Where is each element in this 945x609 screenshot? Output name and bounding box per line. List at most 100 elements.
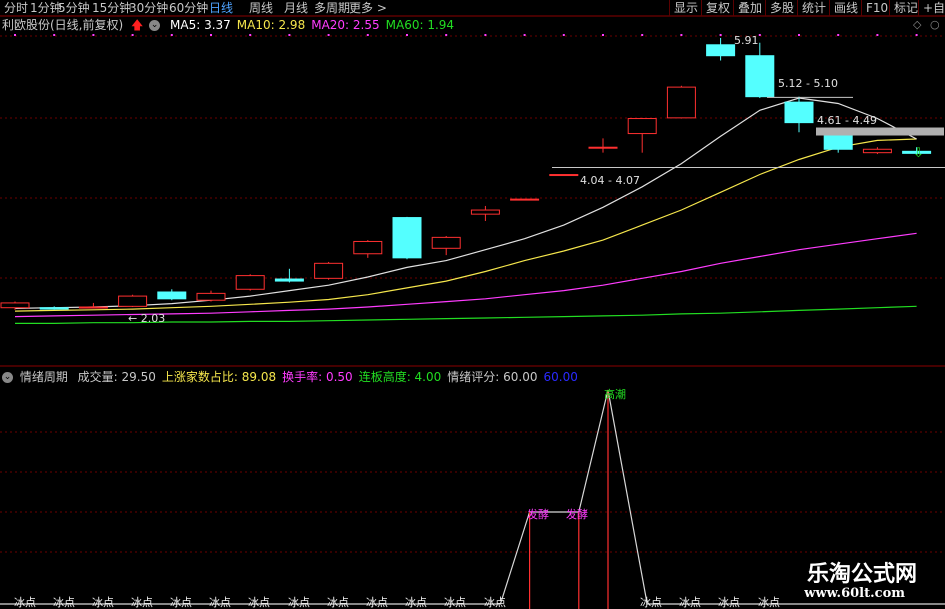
stat-label-1: 上涨家数占比: 89.08: [161, 370, 277, 384]
toolbar-button-2[interactable]: 叠加: [733, 0, 762, 16]
ice-label: 冰点: [53, 596, 75, 609]
tab-2[interactable]: 5分钟: [58, 0, 90, 16]
top-dot: [641, 34, 644, 36]
top-dot: [249, 34, 252, 36]
candle-body-down: [39, 307, 69, 310]
toolbar-button-1[interactable]: 复权: [701, 0, 730, 16]
toolbar-button-7[interactable]: 标记: [889, 0, 918, 16]
tab-7[interactable]: 周线: [249, 0, 273, 16]
top-dot: [758, 34, 761, 36]
tab-9[interactable]: 多周期: [314, 0, 350, 16]
top-dot: [562, 34, 565, 36]
ice-label: 冰点: [92, 596, 114, 609]
down-arrow-icon: ⇩: [913, 146, 924, 161]
top-dot: [327, 34, 330, 36]
candle-body-down: [157, 291, 187, 300]
settings-diamond-icon[interactable]: ◇: [913, 18, 921, 31]
top-dot: [876, 34, 879, 36]
annotation-2: 4.61 - 4.49: [817, 114, 877, 127]
toolbar-button-0[interactable]: 显示: [669, 0, 698, 16]
tab-10[interactable]: 更多 >: [349, 0, 387, 16]
sentiment-curve: [0, 389, 945, 605]
top-dot: [915, 34, 918, 36]
annotation-0: 5.91: [734, 34, 759, 47]
top-dot: [798, 34, 800, 36]
stat-label-0: 成交量: 29.50: [77, 370, 156, 384]
candle-body-up: [627, 118, 657, 135]
ice-label: 冰点: [288, 596, 310, 609]
ma-labels: MA5: 3.37 MA10: 2.98 MA20: 2.55 MA60: 1.94: [164, 18, 454, 32]
ice-label: 冰点: [131, 596, 153, 609]
annotation-1: 5.12 - 5.10: [778, 77, 838, 90]
watermark-url: www.60lt.com: [804, 586, 905, 601]
candle-body-up: [314, 262, 344, 279]
top-dot: [131, 34, 134, 36]
window-close-icon[interactable]: ○: [930, 18, 940, 31]
candle-body-up: [118, 295, 148, 307]
ice-label: 冰点: [327, 596, 349, 609]
ice-label: 冰点: [679, 596, 701, 609]
watermark-logo: 乐淘公式网: [806, 562, 917, 587]
candle-body-up: [470, 209, 500, 215]
tab-3[interactable]: 15分钟: [92, 0, 131, 16]
top-dot: [170, 34, 173, 36]
ferment-label: 发酵: [566, 507, 588, 521]
ice-label: 冰点: [14, 596, 36, 609]
sub-info-bar: ⌄ 情绪周期 成交量: 29.50 上涨家数占比: 89.08 换手率: 0.50 连…: [0, 369, 578, 385]
climax-label: 高潮: [604, 387, 626, 401]
kline-chart[interactable]: 5.91 5.12 - 5.10 4.61 - 4.49 4.04 - 4.07 ← 2…: [0, 0, 945, 609]
ice-label: 冰点: [248, 596, 270, 609]
toolbar-button-3[interactable]: 多股: [765, 0, 794, 16]
ice-label: 冰点: [366, 596, 388, 609]
ma-label-1: MA10: 2.98: [236, 18, 306, 32]
ma-label-3: MA60: 1.94: [385, 18, 455, 32]
stat-label-4: 情绪评分: 60.00: [447, 370, 538, 384]
candle-body-up: [666, 86, 696, 119]
candle-body-up: [235, 275, 265, 290]
tab-6[interactable]: 日线: [209, 0, 233, 16]
candle-body-up: [0, 302, 30, 309]
stat-label-5: 60.00: [543, 370, 578, 384]
ice-label: 冰点: [758, 596, 780, 609]
collapse-icon[interactable]: ⌄: [149, 20, 161, 31]
ma-label-0: MA5: 3.37: [170, 18, 231, 32]
candle-body-up: [353, 240, 383, 255]
top-dot: [288, 34, 291, 36]
candle-body-up: [862, 148, 892, 154]
stat-label-3: 连板高度: 4.00: [358, 370, 442, 384]
collapse-icon[interactable]: ⌄: [2, 372, 13, 383]
toolbar-button-6[interactable]: F10: [861, 0, 888, 16]
top-dot: [837, 34, 840, 36]
top-dot: [14, 34, 16, 36]
top-dot: [484, 34, 487, 36]
tab-5[interactable]: 60分钟: [169, 0, 208, 16]
stock-name: 利欧股份(日线,前复权): [2, 18, 124, 32]
toolbar-button-5[interactable]: 画线: [829, 0, 858, 16]
indicator-stats: 成交量: 29.50 上涨家数占比: 89.08 换手率: 0.50 连板高度: 4.…: [72, 370, 578, 384]
annotation-4: ← 2.03: [128, 312, 165, 325]
ice-label: 冰点: [640, 596, 662, 609]
ma20-line: [14, 232, 917, 318]
indicator-title: 情绪周期: [19, 370, 68, 384]
toolbar-button-8[interactable]: +自选: [918, 0, 945, 16]
tab-1[interactable]: 1分钟: [30, 0, 62, 16]
annotation-3: 4.04 - 4.07: [580, 174, 640, 187]
resistance-band: [816, 127, 944, 136]
sentiment-line: 冰点 冰点 冰点 冰点 冰点 冰点 冰点 冰点 冰点 冰点 冰点 冰点 冰点 冰点 冰点 冰点 冰点 发酵 发酵 高潮: [0, 387, 945, 609]
tab-4[interactable]: 30分钟: [129, 0, 168, 16]
candle-body-down: [784, 101, 814, 124]
tab-8[interactable]: 月线: [284, 0, 308, 16]
ma-lines: [14, 97, 917, 324]
candle-body-down: [274, 278, 304, 282]
main-info-bar: 利欧股份(日线,前复权) 🡅 ⌄ MA5: 3.37 MA10: 2.98 MA20…: [0, 17, 454, 33]
candle-body-up: [431, 236, 461, 249]
candle-body-down: [745, 55, 775, 98]
ice-label: 冰点: [718, 596, 740, 609]
top-dot: [210, 34, 212, 36]
tab-0[interactable]: 分时: [4, 0, 28, 16]
candle-body-up: [196, 292, 226, 301]
arrow-up-icon: 🡅: [131, 18, 144, 32]
top-dot: [366, 34, 369, 36]
sub-gridlines: [0, 431, 945, 553]
toolbar-button-4[interactable]: 统计: [797, 0, 826, 16]
